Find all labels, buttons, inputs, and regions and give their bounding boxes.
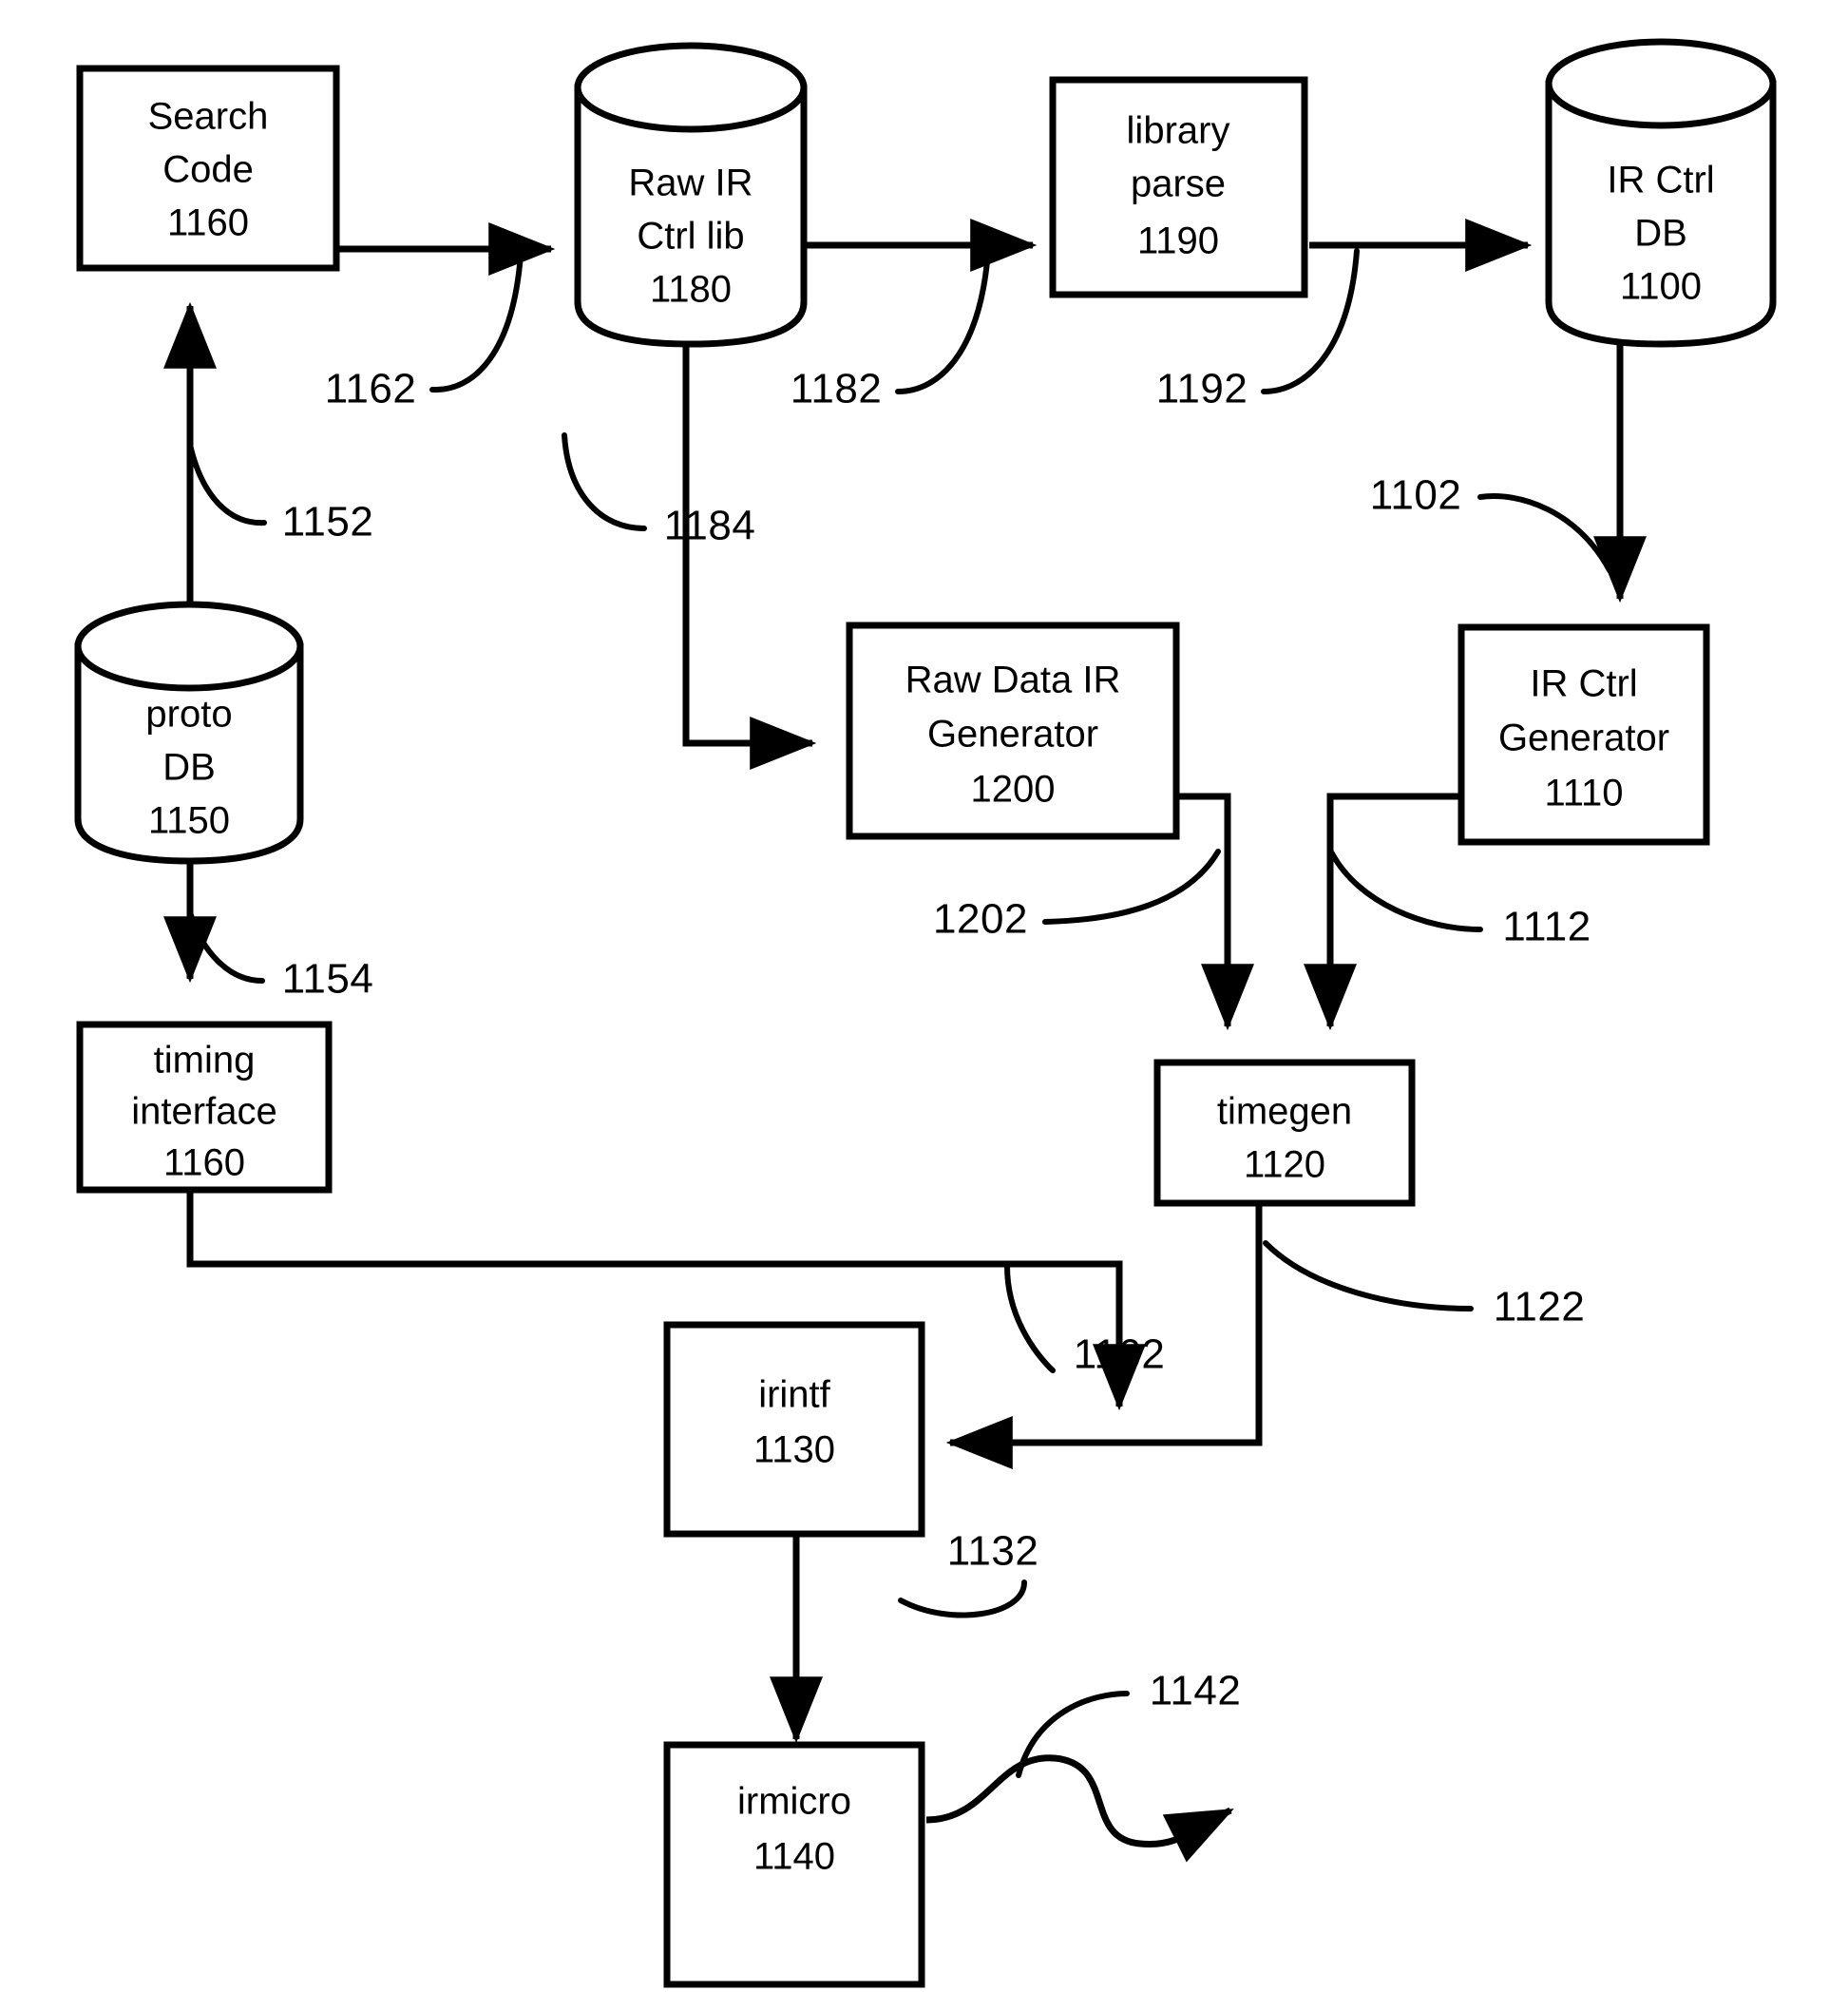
node-ir-ctrl-generator-line-1: IR Ctrl — [1530, 663, 1637, 705]
node-raw-ir-ctrl-lib[interactable]: Raw IR Ctrl lib 1180 — [574, 42, 808, 348]
node-irintf-line-1: irintf — [758, 1374, 830, 1416]
node-raw-data-ir-generator-line-3: 1200 — [971, 769, 1056, 811]
node-raw-data-ir-generator[interactable]: Raw Data IR Generator 1200 — [846, 622, 1180, 840]
ref-label-1142: 1142 — [1150, 1668, 1242, 1714]
figure-canvas: Search Code 1160 Raw IR Ctrl lib 1180 li… — [0, 0, 1848, 2010]
ref-label-1102: 1102 — [1370, 472, 1462, 519]
ref-label-1162-top: 1162 — [325, 366, 417, 412]
node-raw-ir-ctrl-lib-line-2: Ctrl lib — [637, 216, 744, 258]
connector-irmicro-output — [925, 1754, 1234, 1863]
node-proto-db-line-3: 1150 — [148, 800, 230, 842]
node-ir-ctrl-db[interactable]: IR Ctrl DB 1100 — [1545, 38, 1777, 348]
node-timegen[interactable]: timegen 1120 — [1153, 1059, 1416, 1207]
node-timing-interface-line-3: 1160 — [163, 1142, 245, 1184]
node-library-parse-line-3: 1190 — [1137, 220, 1219, 262]
node-ir-ctrl-generator[interactable]: IR Ctrl Generator 1110 — [1457, 623, 1710, 846]
node-timing-interface[interactable]: timing interface 1160 — [76, 1021, 333, 1194]
node-library-parse[interactable]: library parse 1190 — [1049, 76, 1308, 298]
node-raw-ir-ctrl-lib-line-1: Raw IR — [628, 163, 753, 204]
node-ir-ctrl-generator-line-2: Generator — [1498, 718, 1669, 759]
node-search-code[interactable]: Search Code 1160 — [76, 65, 340, 272]
node-search-code-line-2: Code — [162, 149, 254, 191]
node-timing-interface-line-1: timing — [154, 1040, 256, 1082]
node-proto-db[interactable]: proto DB 1150 — [74, 601, 304, 865]
ref-label-1152: 1152 — [282, 499, 374, 546]
node-timegen-line-1: timegen — [1217, 1091, 1352, 1133]
node-raw-data-ir-generator-line-2: Generator — [927, 714, 1098, 756]
ref-label-1184: 1184 — [664, 503, 756, 549]
node-raw-data-ir-generator-line-1: Raw Data IR — [905, 660, 1121, 701]
ref-label-1112: 1112 — [1502, 904, 1591, 950]
ref-label-1182: 1182 — [791, 366, 883, 412]
ref-label-1132: 1132 — [947, 1528, 1039, 1575]
node-ir-ctrl-db-line-3: 1100 — [1620, 266, 1702, 308]
node-irmicro-line-2: 1140 — [753, 1836, 835, 1878]
ref-label-1154: 1154 — [282, 956, 374, 1003]
node-library-parse-line-1: library — [1127, 110, 1230, 152]
ref-label-1202: 1202 — [933, 896, 1028, 943]
node-proto-db-line-2: DB — [162, 747, 216, 789]
ref-label-1192: 1192 — [1156, 366, 1248, 412]
ref-label-1122: 1122 — [1494, 1284, 1586, 1330]
node-ir-ctrl-db-line-1: IR Ctrl — [1607, 160, 1714, 201]
node-library-parse-line-2: parse — [1131, 163, 1226, 205]
node-irmicro[interactable]: irmicro 1140 — [663, 1741, 925, 1988]
node-search-code-line-1: Search — [148, 96, 269, 138]
node-ir-ctrl-generator-line-3: 1110 — [1544, 773, 1623, 814]
node-ir-ctrl-db-line-2: DB — [1634, 213, 1687, 255]
node-search-code-line-3: 1160 — [167, 202, 249, 244]
node-raw-ir-ctrl-lib-line-3: 1180 — [650, 269, 732, 311]
node-timing-interface-line-2: interface — [131, 1091, 276, 1133]
node-irintf[interactable]: irintf 1130 — [663, 1321, 925, 1538]
ref-label-1162-mid: 1162 — [1074, 1331, 1166, 1378]
node-irmicro-line-1: irmicro — [737, 1781, 851, 1823]
node-irintf-line-2: 1130 — [753, 1429, 835, 1471]
node-proto-db-line-1: proto — [145, 694, 232, 736]
node-timegen-line-2: 1120 — [1244, 1144, 1325, 1186]
flow-diagram: Search Code 1160 Raw IR Ctrl lib 1180 li… — [74, 38, 1777, 1988]
connector-timegen-to-irintf — [945, 1202, 1263, 1469]
connector-timing-interface-to-irintf — [186, 1188, 1146, 1411]
